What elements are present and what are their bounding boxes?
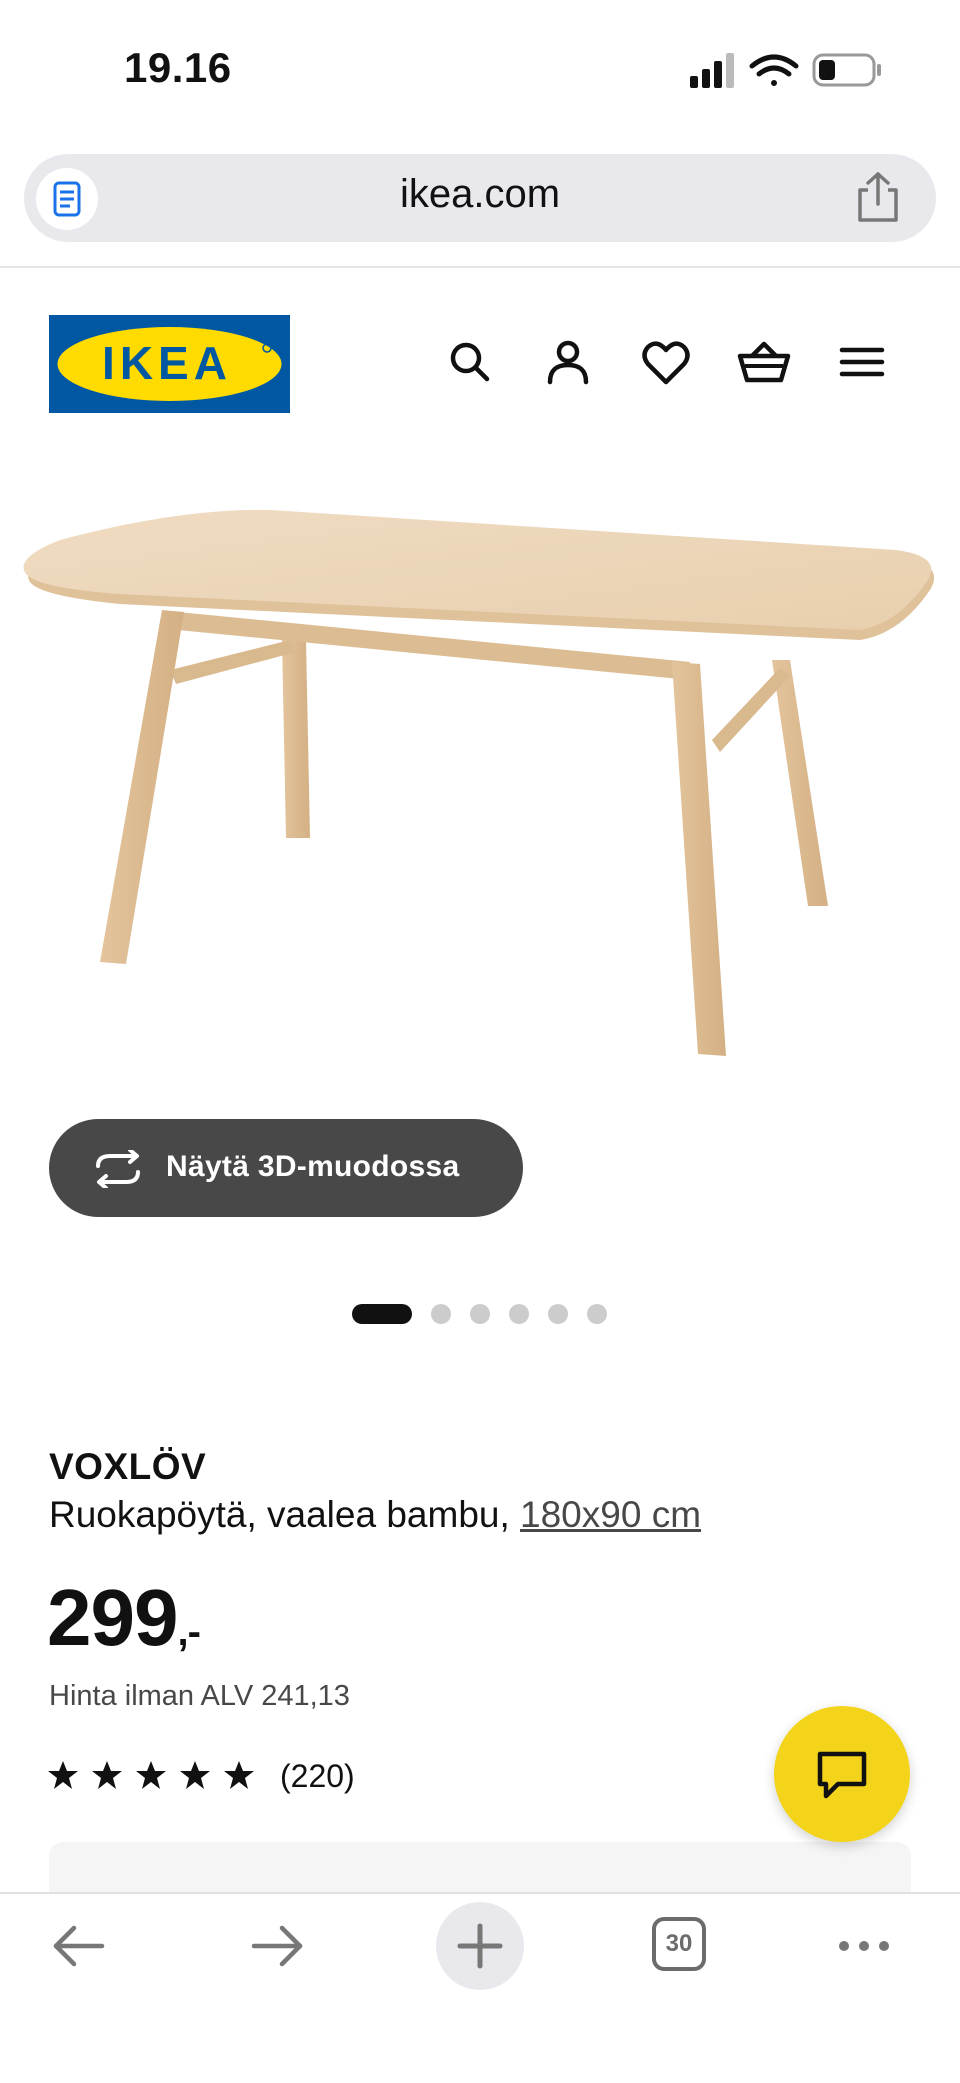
chat-icon	[817, 1751, 867, 1799]
rating-stars[interactable]	[47, 1758, 267, 1794]
carousel-dot-6[interactable]	[587, 1304, 607, 1324]
battery-icon	[812, 53, 881, 87]
new-tab-button[interactable]	[436, 1902, 524, 1990]
price-value: 299	[47, 1573, 178, 1662]
search-icon[interactable]	[442, 334, 498, 390]
price-without-vat: Hinta ilman ALV 241,13	[49, 1680, 350, 1712]
product-description-text: Ruokapöytä, vaalea bambu,	[49, 1494, 510, 1535]
star-icon	[92, 1761, 122, 1789]
carousel-dot-5[interactable]	[548, 1304, 568, 1324]
ikea-logo-text: IKEA	[102, 337, 232, 389]
cart-icon[interactable]	[736, 334, 792, 390]
review-count[interactable]: (220)	[280, 1758, 355, 1795]
status-icons	[690, 53, 881, 88]
wifi-icon	[749, 54, 799, 86]
product-name: VOXLÖV	[49, 1446, 207, 1487]
price-suffix: ,-	[177, 1610, 200, 1654]
star-icon	[180, 1761, 210, 1789]
carousel-dot-4[interactable]	[509, 1304, 529, 1324]
rotate-3d-icon	[96, 1150, 140, 1188]
tabs-count: 30	[665, 1930, 693, 1957]
star-icon	[136, 1761, 166, 1789]
product-image[interactable]	[0, 440, 960, 1120]
ikea-logo[interactable]: IKEA	[49, 315, 290, 413]
address-bar-divider	[0, 266, 960, 268]
account-icon[interactable]	[540, 334, 596, 390]
product-description: Ruokapöytä, vaalea bambu, 180x90 cm	[49, 1494, 701, 1536]
carousel-dot-3[interactable]	[470, 1304, 490, 1324]
carousel-dot-2[interactable]	[431, 1304, 451, 1324]
share-icon[interactable]	[852, 170, 904, 226]
forward-arrow-icon[interactable]	[248, 1916, 308, 1976]
menu-icon[interactable]	[834, 334, 890, 390]
product-price: 299,-	[47, 1572, 201, 1664]
carousel-dot-1[interactable]	[352, 1304, 412, 1324]
star-icon	[48, 1761, 78, 1789]
favorites-icon[interactable]	[638, 334, 694, 390]
product-size-link[interactable]: 180x90 cm	[520, 1494, 701, 1535]
more-icon[interactable]	[834, 1916, 894, 1976]
status-time: 19.16	[124, 44, 232, 91]
signal-icon	[690, 53, 734, 88]
star-icon	[224, 1761, 254, 1789]
view-3d-label: Näytä 3D-muodossa	[166, 1150, 460, 1183]
back-arrow-icon[interactable]	[48, 1916, 108, 1976]
plus-icon	[457, 1923, 503, 1969]
url-text[interactable]: ikea.com	[0, 172, 960, 217]
